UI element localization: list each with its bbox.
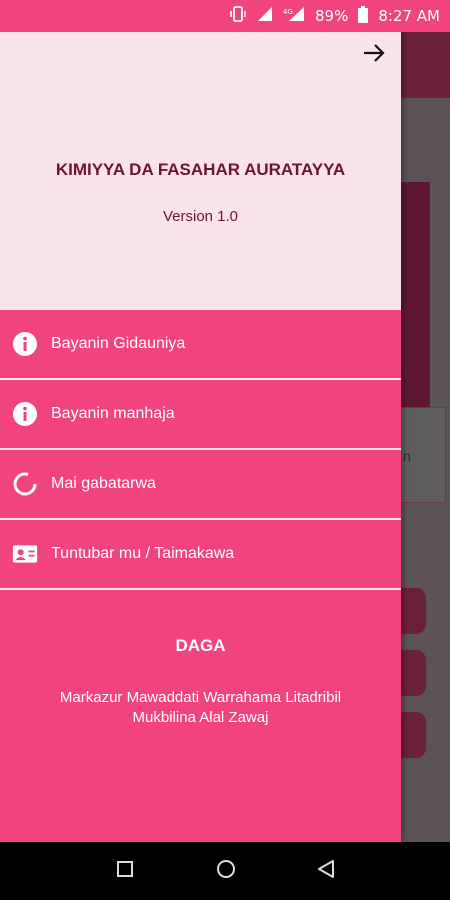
background-button [400,650,426,696]
drawer-header: KIMIYYA DA FASAHAR AURATAYYA Version 1.0 [0,32,401,310]
menu-item-bayanin-manhaja[interactable]: Bayanin manhaja [0,380,401,450]
status-bar: 4G 89% 8:27 AM [0,0,450,32]
footer-title: DAGA [175,636,226,655]
background-card: n [400,407,446,503]
navigation-bar [0,842,450,900]
background-image [400,182,430,422]
status-time: 8:27 AM [378,7,440,25]
drawer-footer: DAGA Markazur Mawaddati Warrahama Litadr… [0,636,401,728]
app-title: KIMIYYA DA FASAHAR AURATAYYA [55,160,346,179]
menu-item-mai-gabatarwa[interactable]: Mai gabatarwa [0,450,401,520]
background-button [400,588,426,634]
close-drawer-arrow-icon[interactable] [361,40,387,66]
home-icon[interactable] [215,858,237,885]
menu-item-tuntubar-mu[interactable]: Tuntubar mu / Taimakawa [0,520,401,590]
background-toolbar [400,32,450,98]
menu-item-label: Mai gabatarwa [51,475,156,492]
svg-text:4G: 4G [283,8,293,16]
navigation-drawer: KIMIYYA DA FASAHAR AURATAYYA Version 1.0… [0,32,401,842]
menu-item-bayanin-gidauniya[interactable]: Bayanin Gidauniya [0,310,401,380]
menu-item-label: Bayanin Gidauniya [51,335,186,352]
drawer-menu: Bayanin Gidauniya Bayanin manhaja Mai ga… [0,310,401,590]
loading-circle-icon [12,471,38,497]
app-version: Version 1.0 [162,208,239,225]
background-card-text: n [403,448,411,464]
network-4g-icon: 4G [283,6,305,26]
menu-item-label: Tuntubar mu / Taimakawa [51,545,235,562]
signal-icon [257,6,273,26]
recents-icon[interactable] [115,859,135,884]
contact-card-icon [12,541,38,567]
info-icon [12,331,38,357]
footer-text: Markazur Mawaddati Warrahama Litadribil … [59,689,342,726]
battery-percent: 89% [315,7,349,25]
battery-icon [358,5,369,27]
background-button [400,712,426,758]
back-icon[interactable] [317,859,335,884]
info-icon [12,401,38,427]
menu-item-label: Bayanin manhaja [51,405,175,422]
vibrate-icon [229,5,247,27]
